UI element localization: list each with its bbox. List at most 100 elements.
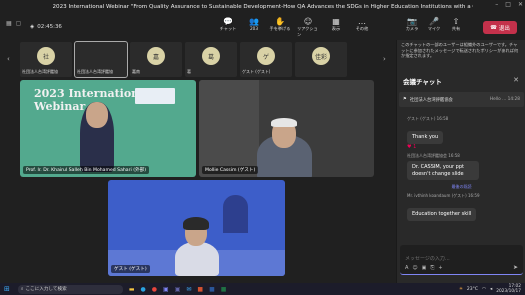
toolbar-label: 共有 [451,26,461,31]
message-bubble[interactable]: Education together skill [407,208,477,221]
video-name-label: Prof. Ir. Dr. Khairul Salleh Bin Mohamed… [23,166,150,174]
volume-icon[interactable]: ◂ [490,287,492,292]
shield-icon: ◈ [30,24,35,30]
participant-name: 葛 [187,69,191,74]
message-meta: 社団法人台湾評鑑協会 16:58 [407,152,460,158]
guest-2-hair [183,217,209,230]
layout-icon[interactable]: ▢ [16,20,22,27]
title-bar: 2023 International Webinar "From Quality… [0,0,525,14]
taskbar: ⊞ ⌕ ここに入力して検索 ▬ ● ● ▣ ▣ ✉ ■ ■ ■ ☀ 23°C ◠… [0,283,525,295]
teams-window: 2023 International Webinar "From Quality… [0,0,525,295]
participant-strip: 社社団法人台湾評鑑協 社団法人台湾評鑑協嘉嘉南葛葛ゲゲスト (ゲスト) 佳彩 [20,41,347,78]
participant-tile[interactable]: 社団法人台湾評鑑協 [74,41,128,78]
toolbar-label: チャット [219,26,237,31]
speaker-face [86,102,108,128]
video-tile-speaker[interactable]: 2023 International Webinar Prof. Ir. Dr.… [20,80,196,177]
heart-reaction[interactable]: ♥ 1 [407,144,522,150]
leave-button[interactable]: ☎ 退出 [483,21,517,34]
toolbar-label: 表示 [331,26,341,31]
folder-icon[interactable]: ▬ [129,286,135,293]
weather-label: 23°C [466,286,479,292]
video-name-label: Mollie Cassim (ゲスト) [202,166,259,174]
video-tile-guest[interactable]: Mollie Cassim (ゲスト) [199,80,374,177]
more-icon: … [358,17,366,26]
gif-icon[interactable]: ▣ [422,265,427,271]
maximize-icon[interactable]: □ [505,1,511,8]
camera-button[interactable]: 📷 カメラ [401,17,423,32]
minimize-icon[interactable]: – [495,1,498,8]
phone-icon: ☎ [490,24,497,31]
share-button[interactable]: ⇧ 共有 [445,17,467,32]
participant-tile[interactable]: 葛葛 [185,42,237,77]
participant-tile[interactable]: 嘉嘉南 [130,42,182,77]
store-icon[interactable]: ▣ [163,286,169,293]
system-tray: ☀ 23°C ◠ ◂ 17:02 2023/10/17 [459,283,521,295]
view-icon: ▦ [332,17,340,26]
strip-prev-icon[interactable]: ‹ [7,55,10,63]
format-icon[interactable]: A [405,265,408,271]
toolbar-label: マイク [427,26,441,31]
participant-tile[interactable]: 佳彩 [295,42,347,77]
pinned-message[interactable]: ⚑ 社団法人台湾評鑑協会 Hello ... 14:28 [399,92,524,107]
clock[interactable]: 17:02 2023/10/17 [496,284,521,294]
more-button[interactable]: … その他 [351,17,373,32]
window-title: 2023 International Webinar "From Quality… [52,4,473,10]
chat-title: 会議チャット [403,78,442,86]
strip-next-icon[interactable]: › [383,55,386,63]
message-meta: ゲスト (ゲスト) 16:58 [407,116,449,121]
mic-icon: 🎤 [429,17,439,26]
participant-name: 社団法人台湾評鑑協 [22,69,58,74]
chat-pane: このチャットの一部のユーザーは組織外のユーザーです。チャットに参加されたメッセー… [396,40,525,283]
taskbar-search[interactable]: ⌕ ここに入力して検索 [17,284,123,294]
message-list: ゲスト (ゲスト) 16:58 Thank you ♥ 1 社団法人台湾評鑑協会… [401,113,522,221]
close-chat-icon[interactable]: ✕ [513,76,519,84]
reactions-button[interactable]: ☺ リアクション [297,17,319,38]
message-bubble[interactable]: Thank you [407,131,444,144]
participant-tile[interactable]: ゲゲスト (ゲスト) [240,42,292,77]
view-button[interactable]: ▦ 表示 [325,17,347,32]
meeting-timer: ◈ 02:45:36 [30,24,62,30]
chat-input-box[interactable]: A ☺ ▣ ⎘ + ➤ [400,245,523,275]
chat-icon: 💬 [223,17,233,26]
last-read-separator: 最後の既読 [451,184,472,189]
people-icon: 👥 [249,17,259,26]
powerpoint-icon[interactable]: ■ [197,286,203,293]
people-button[interactable]: 👥 203 [243,17,265,31]
emoji-icon[interactable]: ☺ [412,265,417,271]
mail-icon[interactable]: ✉ [186,286,191,293]
participant-name: 嘉南 [132,69,140,74]
windows-start-icon[interactable]: ⊞ [4,285,10,293]
raise-hand-button[interactable]: ✋ 手を挙げる [269,17,291,32]
teams-icon[interactable]: ▣ [175,286,181,293]
word-icon[interactable]: ■ [209,286,215,293]
chat-button[interactable]: 💬 チャット [217,17,239,32]
excel-icon[interactable]: ■ [221,286,227,293]
video-tile-guest-2[interactable]: ゲスト (ゲスト) [108,180,285,276]
wall-panel [199,80,259,177]
chrome-icon[interactable]: ● [152,286,157,293]
toolbar-label: 手を挙げる [269,26,291,31]
edge-icon[interactable]: ● [141,286,146,293]
message-bubble[interactable]: Dr. CASSIM, your ppt doesn't change slid… [407,161,479,180]
participant-name: 社団法人台湾評鑑協 [77,69,113,74]
weather-icon[interactable]: ☀ [459,287,463,292]
attach-icon[interactable]: ⎘ [430,265,434,271]
participant-tile[interactable]: 社社団法人台湾評鑑協 [20,42,72,77]
camera-icon: 📷 [407,17,417,26]
plus-icon[interactable]: + [438,265,442,271]
video-name-label: ゲスト (ゲスト) [111,265,150,273]
avatar: 葛 [202,47,220,65]
raise-hand-icon: ✋ [275,17,285,26]
close-icon[interactable]: ✕ [518,1,523,8]
wifi-icon[interactable]: ◠ [482,287,486,292]
toolbar-label: 203 [250,26,258,31]
toolbar-label: リアクション [297,26,318,37]
send-icon[interactable]: ➤ [513,264,518,271]
chat-input[interactable] [405,256,515,262]
window-controls: – □ ✕ [495,1,523,8]
mic-button[interactable]: 🎤 マイク [423,17,445,32]
grid-icon[interactable]: ▦ [6,20,12,27]
search-icon: ⌕ [20,287,24,292]
view-icons: ▦ ▢ [6,20,21,27]
toolbar-label: その他 [355,26,369,31]
